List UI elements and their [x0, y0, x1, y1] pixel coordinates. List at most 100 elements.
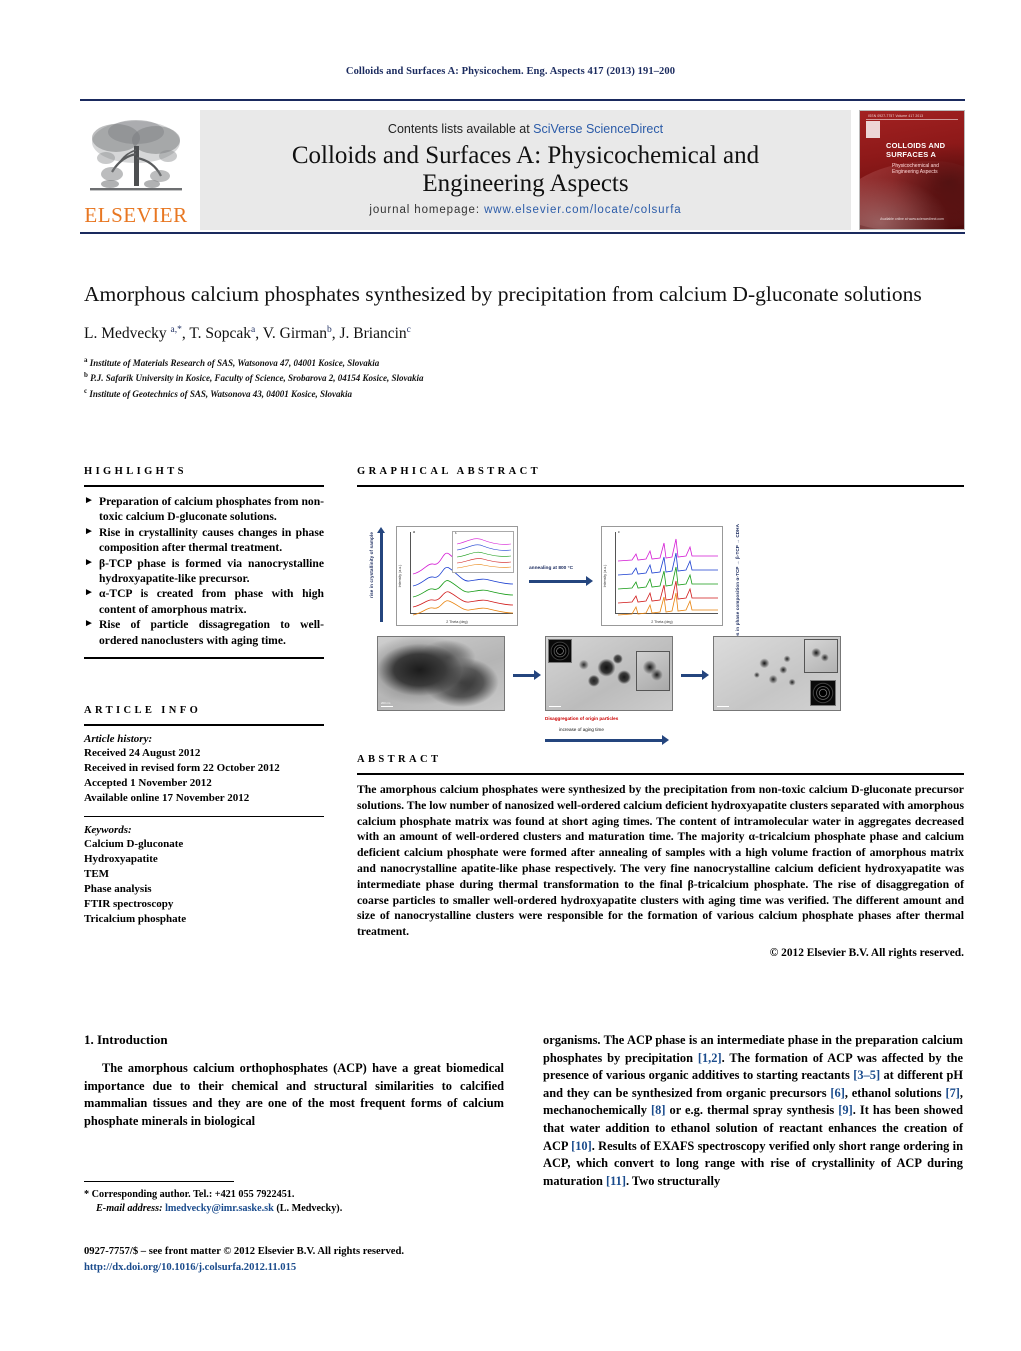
abstract-text: The amorphous calcium phosphates were sy… [357, 783, 964, 939]
journal-homepage: journal homepage: www.elsevier.com/locat… [369, 204, 681, 216]
list-item: ► Rise in crystallinity causes changes in… [84, 525, 324, 556]
front-matter-line: 0927-7757/$ – see front matter © 2012 El… [84, 1246, 404, 1257]
history-online: Available online 17 November 2012 [84, 791, 250, 804]
footnote-block: * Corresponding author. Tel.: +421 055 7… [84, 1181, 504, 1217]
email-suffix: (L. Medvecky). [273, 1203, 343, 1215]
highlight-text: β-TCP phase is formed via nanocrystallin… [99, 556, 324, 586]
keyword-item: TEM [84, 867, 110, 880]
abstract-top-rule [357, 773, 964, 775]
left-axis-label: rise in crystallinity of sample [369, 532, 374, 599]
graphical-abstract-heading: GRAPHICAL ABSTRACT [357, 466, 542, 477]
highlights-top-rule [84, 485, 324, 487]
elsevier-logo: ELSEVIER [80, 105, 192, 236]
article-info-heading: ARTICLE INFO [84, 705, 202, 717]
section-title-introduction: 1. Introduction [84, 1032, 168, 1047]
highlight-text: Preparation of calcium phosphates from n… [99, 495, 324, 524]
graphical-abstract-figure: rise in crystallinity of sample Intensit… [357, 494, 964, 745]
cover-title-line2: SURFACES A [886, 150, 937, 160]
citation-ref[interactable]: [6] [830, 1086, 844, 1100]
keyword-item: Calcium D-gluconate [84, 837, 184, 850]
homepage-label: journal homepage: [369, 203, 485, 216]
citation-ref[interactable]: [11] [606, 1174, 626, 1188]
journal-masthead: ELSEVIER Contents lists available at Sci… [80, 99, 965, 234]
affiliation-text-b: P.J. Safarik University in Kosice, Facul… [90, 373, 424, 384]
bullet-icon: ► [84, 495, 94, 506]
body-column-right: organisms. The ACP phase is an intermedi… [543, 1032, 963, 1190]
highlight-text: α-TCP is created from phase with high co… [99, 587, 324, 616]
article-history: Article history: Received 24 August 2012… [84, 733, 324, 806]
annealing-arrow-icon [529, 576, 593, 586]
footnote-rule [84, 1181, 234, 1182]
elsevier-wordmark: ELSEVIER [84, 203, 188, 227]
highlight-text: Rise in crystallinity causes changes in … [99, 525, 324, 555]
citation-ref[interactable]: [1,2] [698, 1051, 722, 1065]
running-head: Colloids and Surfaces A: Physicochem. En… [345, 66, 676, 77]
cover-rule [866, 119, 958, 120]
affiliation-marker-b: b [84, 371, 88, 380]
front-matter-block: 0927-7757/$ – see front matter © 2012 El… [84, 1244, 554, 1276]
tem-image-initial: 200 nm [377, 636, 505, 711]
tem-image-intermediate [545, 636, 673, 711]
history-received: Received 24 August 2012 [84, 747, 201, 760]
email-link[interactable]: lmedvecky@imr.saske.sk [163, 1203, 274, 1214]
left-column: HIGHLIGHTS ► Preparation of calcium phosp… [84, 466, 324, 927]
affiliation-a: a Institute of Materials Research of SAS… [84, 355, 964, 371]
paper-page: Colloids and Surfaces A: Physicochem. En… [0, 0, 1021, 1351]
bullet-icon: ► [84, 556, 94, 568]
journal-title: Colloids and Surfaces A: Physicochemical… [292, 142, 759, 198]
citation-ref[interactable]: [3–5] [853, 1068, 880, 1082]
tem-arrow-2-icon [681, 670, 709, 680]
homepage-url-link[interactable]: www.elsevier.com/locate/colsurfa [484, 204, 682, 216]
xrd-right-traces [617, 538, 718, 616]
history-accepted: Accepted 1 November 2012 [84, 776, 212, 789]
affiliation-text-a: Institute of Materials Research of SAS, … [89, 357, 380, 368]
journal-band: Contents lists available at SciVerse Sci… [200, 110, 851, 230]
keyword-item: Tricalcium phosphate [84, 912, 187, 925]
intro-text: or e.g. thermal spray synthesis [665, 1103, 839, 1118]
doi-link[interactable]: http://dx.doi.org/10.1016/j.colsurfa.201… [84, 1260, 554, 1276]
bullet-icon: ► [84, 525, 94, 537]
keyword-item: Phase analysis [84, 882, 152, 895]
keyword-item: Hydroxyapatite [84, 852, 158, 865]
journal-title-line2: Engineering Aspects [422, 169, 629, 197]
affiliation-marker-a: a [84, 355, 88, 364]
right-axis-label: changes in phase composition α-TCP → β-T… [735, 524, 740, 652]
citation-ref[interactable]: [7] [945, 1086, 959, 1100]
email-line: E-mail address: lmedvecky@imr.saske.sk (… [84, 1202, 504, 1216]
abstract-copyright: © 2012 Elsevier B.V. All rights reserved… [769, 946, 964, 959]
intro-text: . Two structurally [625, 1173, 721, 1188]
list-item: ► α-TCP is created from phase with high c… [84, 586, 324, 617]
keyword-item: FTIR spectroscopy [84, 897, 174, 910]
keywords-block: Keywords: Calcium D-gluconate Hydroxyapa… [84, 824, 324, 927]
author-list: L. Medvecky a,*, T. Sopcaka, V. Girmanb,… [84, 324, 411, 342]
sciencedirect-link[interactable]: SciVerse ScienceDirect [533, 122, 663, 136]
tem-image-aged [713, 636, 841, 711]
page-title: Amorphous calcium phosphates synthesized… [84, 282, 922, 306]
journal-title-line1: Colloids and Surfaces A: Physicochemical… [291, 141, 760, 169]
xrd-left-inset-traces [456, 538, 512, 569]
affiliation-b: b P.J. Safarik University in Kosice, Fac… [84, 370, 964, 386]
cover-issn-line: ISSN 0927-7757 Volume 417 2013 [868, 114, 924, 118]
abstract-heading: ABSTRACT [357, 754, 442, 765]
citation-ref[interactable]: [9] [838, 1103, 852, 1117]
affiliation-text-c: Institute of Geotechnics of SAS, Watsono… [89, 389, 353, 400]
list-item: ► β-TCP phase is formed via nanocrystalli… [84, 556, 324, 587]
journal-cover-thumbnail: ISSN 0927-7757 Volume 417 2013 COLLOIDS … [859, 110, 965, 230]
aging-time-label: increase of aging time [559, 727, 604, 732]
elsevier-tree-icon [90, 120, 182, 191]
body-columns: 1. Introduction The amorphous calcium or… [84, 1032, 964, 1190]
email-label: E-mail address: [96, 1203, 163, 1215]
xrd-left-inset: b [452, 531, 514, 573]
affiliation-marker-c: c [84, 387, 88, 396]
citation-ref[interactable]: [8] [651, 1103, 665, 1117]
intro-text: , ethanol solutions [844, 1085, 946, 1100]
list-item: ► Rise of particle dissagregation to well… [84, 617, 324, 648]
crystallinity-arrow-icon [377, 527, 385, 622]
citation-ref[interactable]: [10] [571, 1139, 592, 1153]
highlights-heading: HIGHLIGHTS [84, 466, 187, 477]
cover-bottom-line: Available online at www.sciencedirect.co… [880, 216, 944, 221]
tem-zoom-inset-1 [636, 651, 670, 691]
xrd-panel-right: Intensity (a.u.) 2 Theta (deg) c [601, 526, 723, 626]
highlight-text: Rise of particle dissagregation to well-… [99, 618, 324, 647]
disaggregation-label: Disaggregation of origin particles [545, 716, 619, 721]
